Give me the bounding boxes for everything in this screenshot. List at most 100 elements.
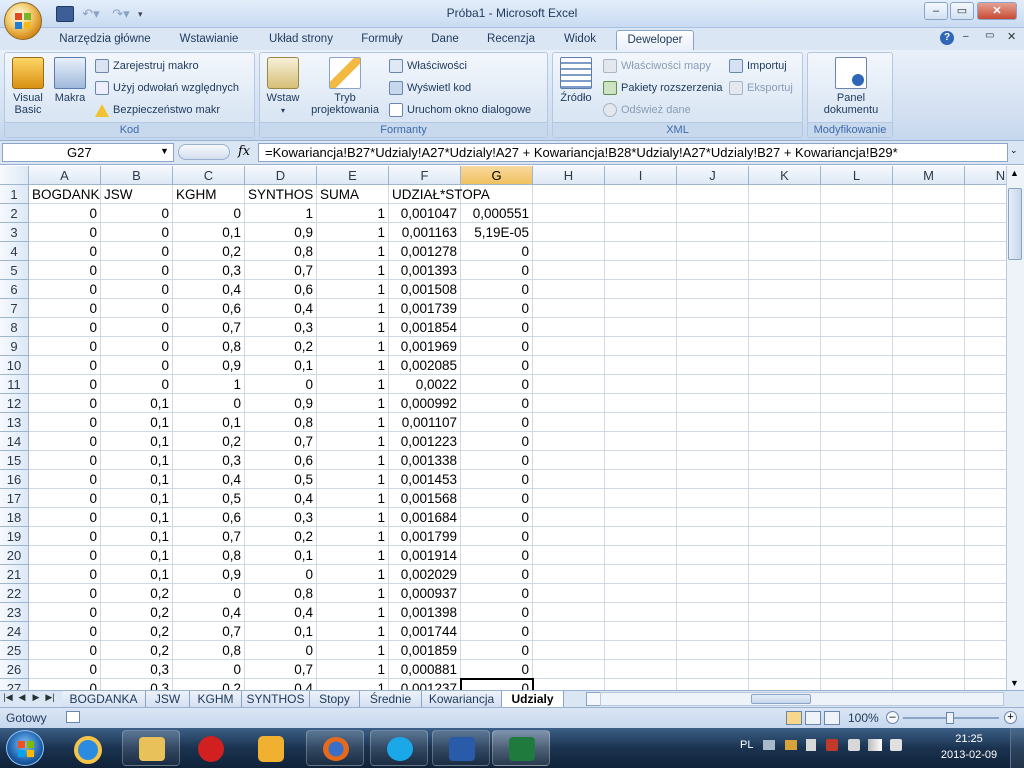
cell[interactable] <box>893 527 965 546</box>
cell[interactable]: 0,1 <box>245 356 317 375</box>
column-header[interactable]: J <box>677 166 749 185</box>
cell[interactable]: 0 <box>101 261 173 280</box>
office-button[interactable] <box>4 2 42 40</box>
cell[interactable]: 0,7 <box>245 432 317 451</box>
row-header[interactable]: 27 <box>0 679 29 690</box>
cell[interactable]: 0 <box>101 375 173 394</box>
cell[interactable] <box>605 470 677 489</box>
cell[interactable] <box>749 622 821 641</box>
relative-references-button[interactable]: Użyj odwołań względnych <box>95 79 239 97</box>
cell[interactable]: 0,2 <box>245 337 317 356</box>
cell[interactable]: 0,1 <box>101 508 173 527</box>
formula-input[interactable]: =Kowariancja!B27*Udzialy!A27*Udzialy!A27… <box>258 143 1008 162</box>
name-box-dropdown-icon[interactable]: ▼ <box>160 146 169 156</box>
cell[interactable]: 1 <box>317 204 389 223</box>
sheet-tab[interactable]: SYNTHOS <box>242 691 310 708</box>
column-header[interactable]: M <box>893 166 965 185</box>
cell[interactable] <box>965 185 1006 204</box>
cell[interactable]: 0,7 <box>173 318 245 337</box>
cell[interactable] <box>821 318 893 337</box>
cell[interactable] <box>821 299 893 318</box>
cell[interactable] <box>821 679 893 690</box>
cell[interactable]: 0,1 <box>101 489 173 508</box>
cell[interactable] <box>749 584 821 603</box>
cell[interactable] <box>533 470 605 489</box>
cell[interactable]: 0,001799 <box>389 527 461 546</box>
cell[interactable] <box>965 318 1006 337</box>
cell[interactable] <box>893 223 965 242</box>
run-dialog-button[interactable]: Uruchom okno dialogowe <box>389 101 531 119</box>
cell[interactable] <box>677 508 749 527</box>
cell[interactable] <box>533 223 605 242</box>
tray-device-icon[interactable] <box>848 739 860 751</box>
cell[interactable] <box>605 337 677 356</box>
cell[interactable]: 1 <box>317 356 389 375</box>
cell[interactable]: 0,1 <box>101 470 173 489</box>
cell[interactable] <box>893 394 965 413</box>
cell[interactable]: 0,1 <box>101 413 173 432</box>
cell[interactable] <box>533 584 605 603</box>
cell[interactable] <box>533 679 605 690</box>
sheet-tab[interactable]: JSW <box>146 691 190 708</box>
horizontal-scrollbar[interactable] <box>600 692 1004 706</box>
tray-security-icon[interactable] <box>826 739 838 751</box>
cell[interactable] <box>677 337 749 356</box>
sheet-tab[interactable]: Średnie <box>360 691 422 708</box>
cell[interactable] <box>677 546 749 565</box>
cell[interactable]: 1 <box>317 489 389 508</box>
cell[interactable]: 0 <box>29 299 101 318</box>
cell[interactable]: 0,8 <box>173 641 245 660</box>
macro-security-button[interactable]: Bezpieczeństwo makr <box>95 101 220 119</box>
cell[interactable]: 1 <box>317 223 389 242</box>
row-header[interactable]: 16 <box>0 470 29 489</box>
cell[interactable]: 0,1 <box>173 413 245 432</box>
cell[interactable] <box>821 242 893 261</box>
first-sheet-icon[interactable]: |◀ <box>2 692 14 703</box>
cell[interactable]: SYNTHOS <box>245 185 317 204</box>
zoom-out-icon[interactable]: – <box>886 711 899 724</box>
cell[interactable] <box>605 622 677 641</box>
cell[interactable]: 0 <box>29 489 101 508</box>
row-header[interactable]: 18 <box>0 508 29 527</box>
insert-function-icon[interactable]: fx <box>238 144 250 159</box>
row-header[interactable]: 5 <box>0 261 29 280</box>
keyboard-icon[interactable] <box>763 740 775 750</box>
cell[interactable]: 1 <box>173 375 245 394</box>
cell[interactable]: 0 <box>173 660 245 679</box>
cell[interactable] <box>821 223 893 242</box>
cell[interactable] <box>677 603 749 622</box>
cell[interactable]: 0,4 <box>173 603 245 622</box>
cell[interactable]: 0 <box>461 280 533 299</box>
column-header[interactable]: A <box>29 166 101 185</box>
cell[interactable]: 0,001237 <box>389 679 461 690</box>
cell[interactable]: 0,2 <box>101 584 173 603</box>
cell[interactable] <box>965 546 1006 565</box>
cell[interactable]: 0 <box>461 584 533 603</box>
cell[interactable] <box>965 375 1006 394</box>
cell[interactable] <box>893 565 965 584</box>
maximize-button[interactable]: ▭ <box>950 2 974 20</box>
row-header[interactable]: 19 <box>0 527 29 546</box>
cell[interactable] <box>965 660 1006 679</box>
cell[interactable] <box>605 375 677 394</box>
cell[interactable]: 0,001223 <box>389 432 461 451</box>
cell[interactable] <box>821 546 893 565</box>
cell[interactable] <box>533 242 605 261</box>
cell[interactable]: 1 <box>245 204 317 223</box>
taskbar-media[interactable] <box>244 732 298 766</box>
cell[interactable]: 0 <box>101 356 173 375</box>
cell[interactable]: 0,9 <box>245 394 317 413</box>
row-header[interactable]: 9 <box>0 337 29 356</box>
cell[interactable] <box>821 261 893 280</box>
cell[interactable]: 0,8 <box>245 413 317 432</box>
row-header[interactable]: 11 <box>0 375 29 394</box>
cell[interactable]: BOGDANKA <box>29 185 101 204</box>
cell[interactable] <box>533 451 605 470</box>
cell[interactable]: 0 <box>29 261 101 280</box>
network-icon[interactable] <box>868 739 882 751</box>
cell[interactable] <box>893 204 965 223</box>
cell[interactable]: 0 <box>245 375 317 394</box>
cell[interactable]: 0,000992 <box>389 394 461 413</box>
cell[interactable] <box>965 299 1006 318</box>
cell[interactable]: 0 <box>29 470 101 489</box>
